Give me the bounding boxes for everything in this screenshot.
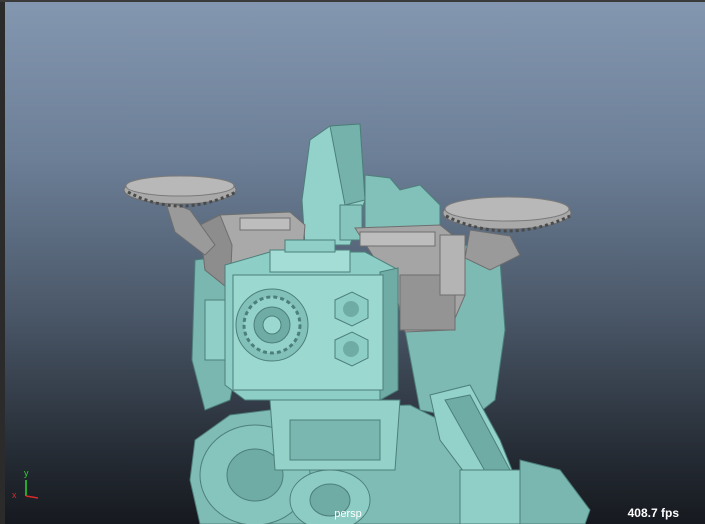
axis-x-label: x xyxy=(12,490,17,500)
camera-name-label: persp xyxy=(334,508,362,520)
fps-counter: 408.7 fps xyxy=(627,506,679,520)
3d-viewport[interactable]: y x persp 408.7 fps xyxy=(0,0,705,524)
axis-gizmo: y x xyxy=(12,468,39,500)
axis-y-label: y xyxy=(24,468,29,478)
gear-detail xyxy=(235,288,309,362)
robot-model[interactable] xyxy=(0,0,705,524)
robot-lower-body xyxy=(189,399,471,524)
axis-x-line xyxy=(25,495,39,499)
